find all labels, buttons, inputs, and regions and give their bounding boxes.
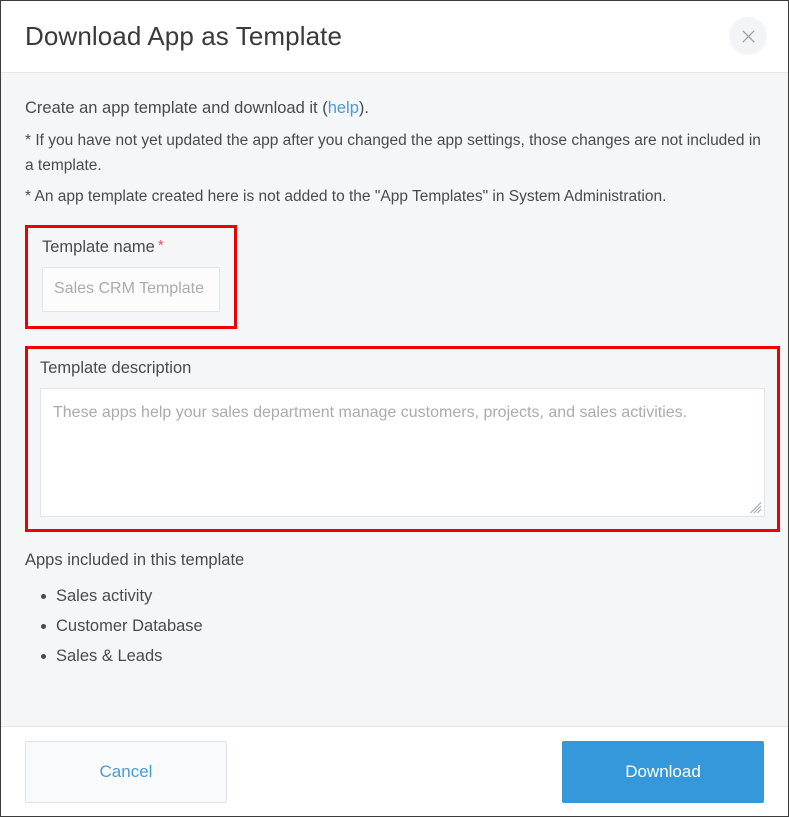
intro-text: Create an app template and download it (… [25,95,764,122]
list-item: Customer Database [41,611,764,641]
dialog-body: Create an app template and download it (… [1,73,788,726]
list-item: Sales & Leads [41,641,764,671]
note-app-templates: * An app template created here is not ad… [25,187,667,205]
download-button[interactable]: Download [562,740,764,803]
apps-included-list: Sales activity Customer Database Sales &… [25,581,764,671]
dialog-footer: Cancel Download [1,726,788,816]
template-description-label: Template description [40,358,192,377]
help-link[interactable]: help [328,99,359,117]
apps-included-title: Apps included in this template [25,550,245,569]
template-description-textarea[interactable] [40,387,765,517]
close-icon [742,30,755,43]
list-item: Sales activity [41,581,764,611]
close-button[interactable] [729,17,767,55]
template-name-input[interactable] [42,266,220,312]
download-template-dialog: Download App as Template Create an app t… [0,0,789,817]
template-name-label: Template name * [42,238,220,258]
template-description-wrapper [40,387,765,517]
required-marker-icon: * [157,237,164,255]
template-name-label-text: Template name [42,238,155,257]
page-title: Download App as Template [25,20,343,51]
intro-text-prefix: Create an app template and download it ( [25,99,328,117]
cancel-button[interactable]: Cancel [25,740,227,803]
template-description-highlight: Template description [25,345,780,532]
note-app-settings: * If you have not yet updated the app af… [25,131,761,174]
template-name-highlight: Template name * [25,225,237,329]
intro-text-suffix: ). [358,99,369,117]
dialog-header: Download App as Template [1,1,788,73]
